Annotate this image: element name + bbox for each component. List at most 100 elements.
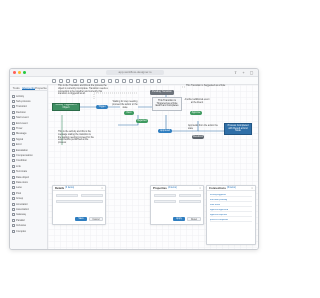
sidebar-item[interactable]: Transition xyxy=(12,105,45,109)
properties-field-4[interactable] xyxy=(179,200,201,203)
sidebar-item[interactable]: Terminate xyxy=(12,170,45,174)
sidebar-item[interactable]: Compensation xyxy=(12,153,45,157)
sidebar-item[interactable]: Link xyxy=(12,164,45,168)
connection-row[interactable]: activity.triggered xyxy=(210,194,252,197)
resubmit-pill[interactable]: Resubmit xyxy=(192,135,204,139)
approve-pill[interactable]: Approve xyxy=(190,111,202,115)
tabs-icon[interactable]: ▢ xyxy=(249,70,254,75)
element-icon xyxy=(12,137,15,141)
sidebar-item-label: Decision xyxy=(16,110,26,114)
sidebar-item[interactable]: Data store xyxy=(12,180,45,184)
properties-field-1[interactable] xyxy=(154,194,176,197)
close-window-button[interactable] xyxy=(13,71,16,74)
sidebar-item[interactable]: Lane xyxy=(12,186,45,190)
maximize-window-button[interactable] xyxy=(23,71,26,74)
zoom-in-icon[interactable] xyxy=(66,79,70,83)
tab-properties[interactable]: Properties xyxy=(35,85,47,90)
delete-icon[interactable] xyxy=(143,79,147,83)
close-icon[interactable]: × xyxy=(101,186,103,190)
approved-pill[interactable]: Approved xyxy=(158,129,172,133)
details-save-button[interactable]: Save xyxy=(75,217,87,221)
plus-icon[interactable]: + xyxy=(241,70,246,75)
sidebar-item[interactable]: Pool xyxy=(12,191,45,195)
sidebar-item[interactable]: Activity xyxy=(12,94,45,98)
end-node[interactable]: Process Completed with Result at End Nod… xyxy=(224,123,252,135)
connection-row[interactable]: approval.rejected xyxy=(210,214,252,217)
sidebar-item-label: End event xyxy=(16,121,28,125)
select-icon[interactable] xyxy=(87,79,91,83)
details-field-1[interactable] xyxy=(56,194,78,197)
layers-icon[interactable] xyxy=(150,79,154,83)
sidebar: Tools Elements Properties Activity Sub-pr… xyxy=(10,85,48,249)
sidebar-item[interactable]: Start event xyxy=(12,116,45,120)
connections-panel: Connections (6 items) × activity.trigger… xyxy=(206,185,256,245)
grid-icon[interactable] xyxy=(122,79,126,83)
tab-elements[interactable]: Elements xyxy=(22,85,35,90)
sidebar-item[interactable]: Sub-process xyxy=(12,99,45,103)
export-icon[interactable] xyxy=(157,79,161,83)
sidebar-item-label: Timer xyxy=(16,126,23,130)
sidebar-item-label: Message xyxy=(16,132,27,136)
shape-icon[interactable] xyxy=(108,79,112,83)
details-title: Details xyxy=(55,186,65,190)
sidebar-item[interactable]: Complex xyxy=(12,229,45,233)
share-icon[interactable]: ⇪ xyxy=(233,70,238,75)
properties-apply-button[interactable]: Apply xyxy=(173,217,185,221)
text-icon[interactable] xyxy=(101,79,105,83)
element-icon xyxy=(12,218,15,222)
details-subtitle: (3 items) xyxy=(65,187,75,189)
close-icon[interactable]: × xyxy=(251,186,253,190)
sidebar-item[interactable]: Message xyxy=(12,132,45,136)
sidebar-item[interactable]: Timer xyxy=(12,126,45,130)
details-field-2[interactable] xyxy=(81,194,103,197)
sidebar-item[interactable]: Escalation xyxy=(12,148,45,152)
next-pill[interactable]: Next xyxy=(124,111,134,115)
details-cancel-button[interactable]: Cancel xyxy=(89,217,103,221)
properties-field-2[interactable] xyxy=(179,194,201,197)
center-event-box[interactable]: This Transition is Triggered as a Note E… xyxy=(152,97,182,111)
sidebar-item[interactable]: Inclusive xyxy=(12,224,45,228)
element-icon xyxy=(12,197,15,201)
connection-row[interactable]: process.completed xyxy=(210,219,252,222)
sidebar-item[interactable]: Group xyxy=(12,197,45,201)
minimize-window-button[interactable] xyxy=(18,71,21,74)
connector-mid-to-lower[interactable] xyxy=(118,115,139,126)
sidebar-item[interactable]: Signal xyxy=(12,137,45,141)
sidebar-item[interactable]: Error xyxy=(12,143,45,147)
diagram-canvas[interactable]: This is the Transition and this at the p… xyxy=(48,85,258,249)
connection-row[interactable]: approval.approved xyxy=(210,209,252,212)
connector-icon[interactable] xyxy=(115,79,119,83)
properties-field-3[interactable] xyxy=(154,200,176,203)
address-bar[interactable]: app.workflow-designer.io xyxy=(106,70,164,75)
sidebar-item-label: Transition xyxy=(16,105,28,109)
sidebar-item[interactable]: Parallel xyxy=(12,218,45,222)
sidebar-item[interactable]: Annotation xyxy=(12,202,45,206)
connection-row[interactable]: transition.pending xyxy=(210,199,252,202)
fit-icon[interactable] xyxy=(80,79,84,83)
sidebar-item-label: Data object xyxy=(16,175,30,179)
sidebar-item[interactable]: Association xyxy=(12,207,45,211)
sidebar-item-label: Start event xyxy=(16,116,29,120)
details-panel-header: Details (3 items) × xyxy=(53,186,105,191)
rejected-pill[interactable]: Rejected xyxy=(136,119,148,123)
start-activity-node[interactable]: Activity Triggered in Object xyxy=(52,103,80,111)
hand-icon[interactable] xyxy=(94,79,98,83)
close-icon[interactable]: × xyxy=(199,186,201,190)
sidebar-item[interactable]: Gateway xyxy=(12,213,45,217)
redo-icon[interactable] xyxy=(59,79,63,83)
sidebar-item-label: Pool xyxy=(16,191,22,195)
sidebar-item[interactable]: Decision xyxy=(12,110,45,114)
group-icon[interactable] xyxy=(136,79,140,83)
sidebar-item[interactable]: Condition xyxy=(12,159,45,163)
zoom-out-icon[interactable] xyxy=(73,79,77,83)
sidebar-item[interactable]: Data object xyxy=(12,175,45,179)
properties-reset-button[interactable]: Reset xyxy=(187,217,201,221)
connection-row[interactable]: note.event xyxy=(210,204,252,207)
tab-tools[interactable]: Tools xyxy=(10,85,22,90)
align-icon[interactable] xyxy=(129,79,133,83)
sidebar-item[interactable]: End event xyxy=(12,121,45,125)
trigger-pill[interactable]: Trigger xyxy=(96,105,108,109)
pending-transition-node[interactable]: Pending Transition xyxy=(150,90,174,95)
details-field-3[interactable] xyxy=(56,200,103,203)
undo-icon[interactable] xyxy=(52,79,56,83)
